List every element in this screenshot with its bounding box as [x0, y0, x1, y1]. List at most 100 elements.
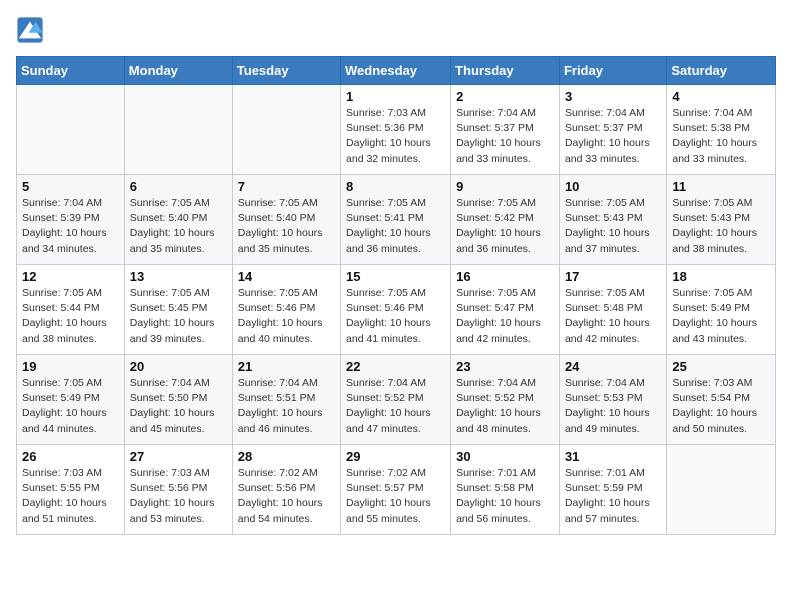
- day-cell: 27 Sunrise: 7:03 AM Sunset: 5:56 PM Dayli…: [124, 445, 232, 535]
- day-number: 7: [238, 179, 335, 194]
- day-cell: 28 Sunrise: 7:02 AM Sunset: 5:56 PM Dayli…: [232, 445, 340, 535]
- day-number: 12: [22, 269, 119, 284]
- day-info: Sunrise: 7:04 AM Sunset: 5:37 PM Dayligh…: [456, 106, 554, 167]
- day-number: 21: [238, 359, 335, 374]
- weekday-header-tuesday: Tuesday: [232, 57, 340, 85]
- weekday-header-sunday: Sunday: [17, 57, 125, 85]
- day-info: Sunrise: 7:03 AM Sunset: 5:54 PM Dayligh…: [672, 376, 770, 437]
- day-info: Sunrise: 7:05 AM Sunset: 5:43 PM Dayligh…: [672, 196, 770, 257]
- day-cell: 17 Sunrise: 7:05 AM Sunset: 5:48 PM Dayli…: [559, 265, 666, 355]
- day-info: Sunrise: 7:05 AM Sunset: 5:47 PM Dayligh…: [456, 286, 554, 347]
- week-row-1: 1 Sunrise: 7:03 AM Sunset: 5:36 PM Daylig…: [17, 85, 776, 175]
- day-info: Sunrise: 7:05 AM Sunset: 5:45 PM Dayligh…: [130, 286, 227, 347]
- day-info: Sunrise: 7:05 AM Sunset: 5:49 PM Dayligh…: [22, 376, 119, 437]
- day-number: 5: [22, 179, 119, 194]
- day-info: Sunrise: 7:04 AM Sunset: 5:39 PM Dayligh…: [22, 196, 119, 257]
- day-info: Sunrise: 7:05 AM Sunset: 5:48 PM Dayligh…: [565, 286, 661, 347]
- day-cell: 25 Sunrise: 7:03 AM Sunset: 5:54 PM Dayli…: [667, 355, 776, 445]
- day-number: 1: [346, 89, 445, 104]
- day-info: Sunrise: 7:05 AM Sunset: 5:40 PM Dayligh…: [130, 196, 227, 257]
- day-cell: 20 Sunrise: 7:04 AM Sunset: 5:50 PM Dayli…: [124, 355, 232, 445]
- day-cell: 12 Sunrise: 7:05 AM Sunset: 5:44 PM Dayli…: [17, 265, 125, 355]
- day-info: Sunrise: 7:05 AM Sunset: 5:44 PM Dayligh…: [22, 286, 119, 347]
- day-number: 20: [130, 359, 227, 374]
- day-number: 17: [565, 269, 661, 284]
- day-info: Sunrise: 7:04 AM Sunset: 5:38 PM Dayligh…: [672, 106, 770, 167]
- day-info: Sunrise: 7:04 AM Sunset: 5:52 PM Dayligh…: [346, 376, 445, 437]
- day-cell: 19 Sunrise: 7:05 AM Sunset: 5:49 PM Dayli…: [17, 355, 125, 445]
- day-cell: 13 Sunrise: 7:05 AM Sunset: 5:45 PM Dayli…: [124, 265, 232, 355]
- day-info: Sunrise: 7:03 AM Sunset: 5:36 PM Dayligh…: [346, 106, 445, 167]
- day-cell: 9Sunrise: 7:05 AM Sunset: 5:42 PM Daylig…: [451, 175, 560, 265]
- day-info: Sunrise: 7:03 AM Sunset: 5:55 PM Dayligh…: [22, 466, 119, 527]
- day-number: 26: [22, 449, 119, 464]
- day-info: Sunrise: 7:04 AM Sunset: 5:51 PM Dayligh…: [238, 376, 335, 437]
- day-number: 27: [130, 449, 227, 464]
- week-row-4: 19 Sunrise: 7:05 AM Sunset: 5:49 PM Dayli…: [17, 355, 776, 445]
- day-cell: 26 Sunrise: 7:03 AM Sunset: 5:55 PM Dayli…: [17, 445, 125, 535]
- weekday-header-saturday: Saturday: [667, 57, 776, 85]
- day-number: 8: [346, 179, 445, 194]
- day-cell: 18Sunrise: 7:05 AM Sunset: 5:49 PM Dayli…: [667, 265, 776, 355]
- day-number: 22: [346, 359, 445, 374]
- day-number: 9: [456, 179, 554, 194]
- day-number: 4: [672, 89, 770, 104]
- day-info: Sunrise: 7:02 AM Sunset: 5:57 PM Dayligh…: [346, 466, 445, 527]
- day-info: Sunrise: 7:05 AM Sunset: 5:46 PM Dayligh…: [238, 286, 335, 347]
- logo-icon: [16, 16, 44, 44]
- day-cell: [667, 445, 776, 535]
- day-cell: 29 Sunrise: 7:02 AM Sunset: 5:57 PM Dayli…: [341, 445, 451, 535]
- weekday-header-thursday: Thursday: [451, 57, 560, 85]
- weekday-header-friday: Friday: [559, 57, 666, 85]
- week-row-5: 26 Sunrise: 7:03 AM Sunset: 5:55 PM Dayli…: [17, 445, 776, 535]
- day-number: 23: [456, 359, 554, 374]
- day-cell: 3 Sunrise: 7:04 AM Sunset: 5:37 PM Daylig…: [559, 85, 666, 175]
- day-info: Sunrise: 7:01 AM Sunset: 5:58 PM Dayligh…: [456, 466, 554, 527]
- day-number: 28: [238, 449, 335, 464]
- week-row-3: 12 Sunrise: 7:05 AM Sunset: 5:44 PM Dayli…: [17, 265, 776, 355]
- day-cell: 6 Sunrise: 7:05 AM Sunset: 5:40 PM Daylig…: [124, 175, 232, 265]
- day-info: Sunrise: 7:01 AM Sunset: 5:59 PM Dayligh…: [565, 466, 661, 527]
- day-number: 6: [130, 179, 227, 194]
- day-number: 24: [565, 359, 661, 374]
- day-cell: 5 Sunrise: 7:04 AM Sunset: 5:39 PM Daylig…: [17, 175, 125, 265]
- day-cell: 15 Sunrise: 7:05 AM Sunset: 5:46 PM Dayli…: [341, 265, 451, 355]
- day-number: 29: [346, 449, 445, 464]
- day-cell: 14Sunrise: 7:05 AM Sunset: 5:46 PM Dayli…: [232, 265, 340, 355]
- day-number: 15: [346, 269, 445, 284]
- day-number: 13: [130, 269, 227, 284]
- day-cell: 11Sunrise: 7:05 AM Sunset: 5:43 PM Dayli…: [667, 175, 776, 265]
- day-cell: [17, 85, 125, 175]
- day-info: Sunrise: 7:04 AM Sunset: 5:37 PM Dayligh…: [565, 106, 661, 167]
- day-cell: [232, 85, 340, 175]
- day-cell: 23 Sunrise: 7:04 AM Sunset: 5:52 PM Dayli…: [451, 355, 560, 445]
- day-cell: 10Sunrise: 7:05 AM Sunset: 5:43 PM Dayli…: [559, 175, 666, 265]
- day-number: 2: [456, 89, 554, 104]
- day-cell: 8Sunrise: 7:05 AM Sunset: 5:41 PM Daylig…: [341, 175, 451, 265]
- day-number: 18: [672, 269, 770, 284]
- day-info: Sunrise: 7:05 AM Sunset: 5:40 PM Dayligh…: [238, 196, 335, 257]
- day-cell: [124, 85, 232, 175]
- day-cell: 31Sunrise: 7:01 AM Sunset: 5:59 PM Dayli…: [559, 445, 666, 535]
- day-cell: 24Sunrise: 7:04 AM Sunset: 5:53 PM Dayli…: [559, 355, 666, 445]
- day-cell: 2 Sunrise: 7:04 AM Sunset: 5:37 PM Daylig…: [451, 85, 560, 175]
- day-cell: 7 Sunrise: 7:05 AM Sunset: 5:40 PM Daylig…: [232, 175, 340, 265]
- day-number: 3: [565, 89, 661, 104]
- day-info: Sunrise: 7:03 AM Sunset: 5:56 PM Dayligh…: [130, 466, 227, 527]
- week-row-2: 5 Sunrise: 7:04 AM Sunset: 5:39 PM Daylig…: [17, 175, 776, 265]
- calendar-table: SundayMondayTuesdayWednesdayThursdayFrid…: [16, 56, 776, 535]
- day-info: Sunrise: 7:04 AM Sunset: 5:50 PM Dayligh…: [130, 376, 227, 437]
- day-info: Sunrise: 7:04 AM Sunset: 5:52 PM Dayligh…: [456, 376, 554, 437]
- day-number: 10: [565, 179, 661, 194]
- day-info: Sunrise: 7:02 AM Sunset: 5:56 PM Dayligh…: [238, 466, 335, 527]
- weekday-header-row: SundayMondayTuesdayWednesdayThursdayFrid…: [17, 57, 776, 85]
- day-cell: 4 Sunrise: 7:04 AM Sunset: 5:38 PM Daylig…: [667, 85, 776, 175]
- day-number: 19: [22, 359, 119, 374]
- day-number: 16: [456, 269, 554, 284]
- weekday-header-wednesday: Wednesday: [341, 57, 451, 85]
- day-cell: 16 Sunrise: 7:05 AM Sunset: 5:47 PM Dayli…: [451, 265, 560, 355]
- day-number: 25: [672, 359, 770, 374]
- day-cell: 21 Sunrise: 7:04 AM Sunset: 5:51 PM Dayli…: [232, 355, 340, 445]
- day-number: 30: [456, 449, 554, 464]
- day-info: Sunrise: 7:05 AM Sunset: 5:46 PM Dayligh…: [346, 286, 445, 347]
